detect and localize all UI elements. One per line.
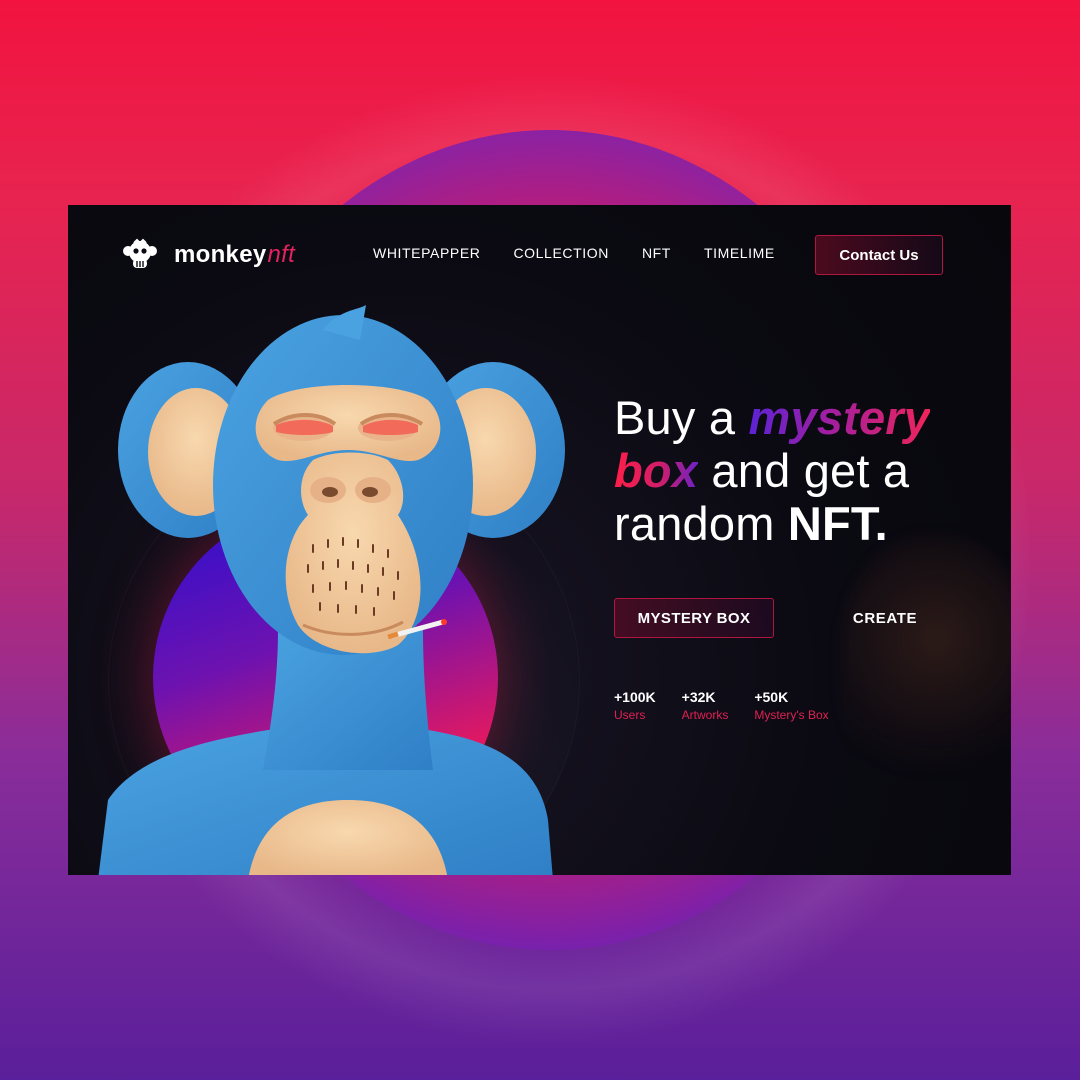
brand-name-accent: nft bbox=[267, 241, 296, 268]
monkey-illustration bbox=[98, 305, 565, 875]
main-nav: WHITEPAPPER COLLECTION NFT TIMELIME bbox=[373, 245, 775, 261]
stat-label: Users bbox=[614, 708, 646, 722]
stat-label: Artworks bbox=[681, 708, 729, 722]
headline-text-2: and get a bbox=[698, 444, 910, 497]
monkey-skull-icon bbox=[123, 238, 157, 268]
nav-item-collection[interactable]: COLLECTION bbox=[513, 245, 608, 261]
headline-text-3: random bbox=[614, 497, 788, 550]
stat-label: Mystery's Box bbox=[754, 708, 829, 722]
stats-row: +100K Users +32K Artworks +50K Mystery's… bbox=[614, 689, 829, 722]
headline-highlight-nft: NFT. bbox=[787, 497, 888, 550]
stat-value: +32K bbox=[681, 689, 716, 705]
contact-us-button[interactable]: Contact Us bbox=[815, 235, 943, 275]
stat-value: +100K bbox=[614, 689, 656, 705]
stat-users: +100K Users bbox=[614, 689, 656, 722]
brand-logo[interactable]: monkeynft bbox=[122, 237, 295, 273]
stat-artworks: +32K Artworks bbox=[682, 689, 729, 722]
stat-value: +50K bbox=[754, 689, 789, 705]
mystery-box-button[interactable]: MYSTERY BOX bbox=[614, 598, 774, 638]
nav-item-timeline[interactable]: TIMELIME bbox=[704, 245, 775, 261]
nav-item-whitepaper[interactable]: WHITEPAPPER bbox=[373, 245, 480, 261]
hero-headline: Buy a mystery box and get a random NFT. bbox=[614, 391, 930, 550]
headline-highlight-mystery: mystery bbox=[748, 391, 931, 444]
create-button[interactable]: CREATE bbox=[826, 598, 944, 638]
nav-item-nft[interactable]: NFT bbox=[642, 245, 671, 261]
brand-name-main: monkey bbox=[174, 241, 267, 268]
landing-page-screen: monkeynft WHITEPAPPER COLLECTION NFT TIM… bbox=[68, 205, 1011, 875]
headline-text-1: Buy a bbox=[614, 391, 749, 444]
stat-mystery-box: +50K Mystery's Box bbox=[754, 689, 828, 722]
headline-highlight-box: box bbox=[614, 444, 699, 497]
brand-name: monkeynft bbox=[174, 241, 295, 269]
blurred-monkey-silhouette bbox=[841, 535, 1011, 795]
